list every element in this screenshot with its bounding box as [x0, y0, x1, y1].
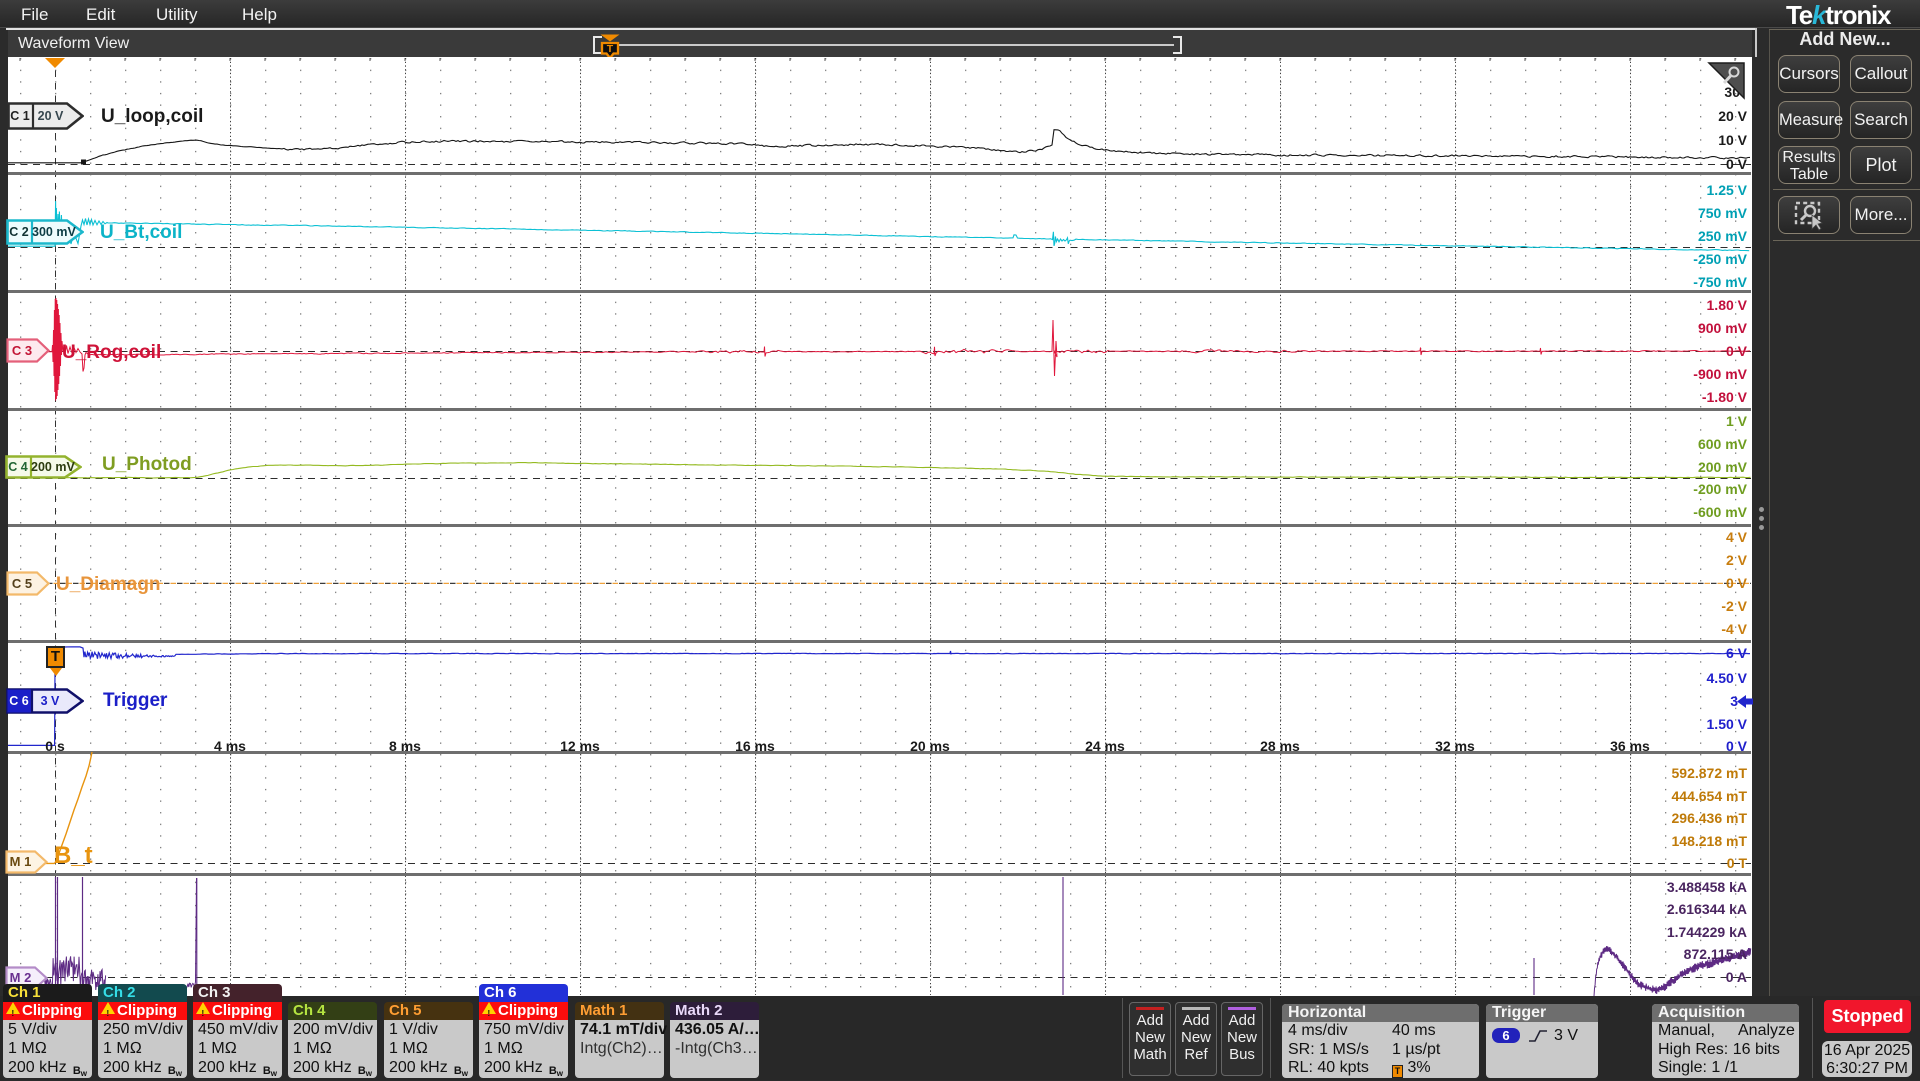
svg-text:T: T: [607, 43, 614, 55]
